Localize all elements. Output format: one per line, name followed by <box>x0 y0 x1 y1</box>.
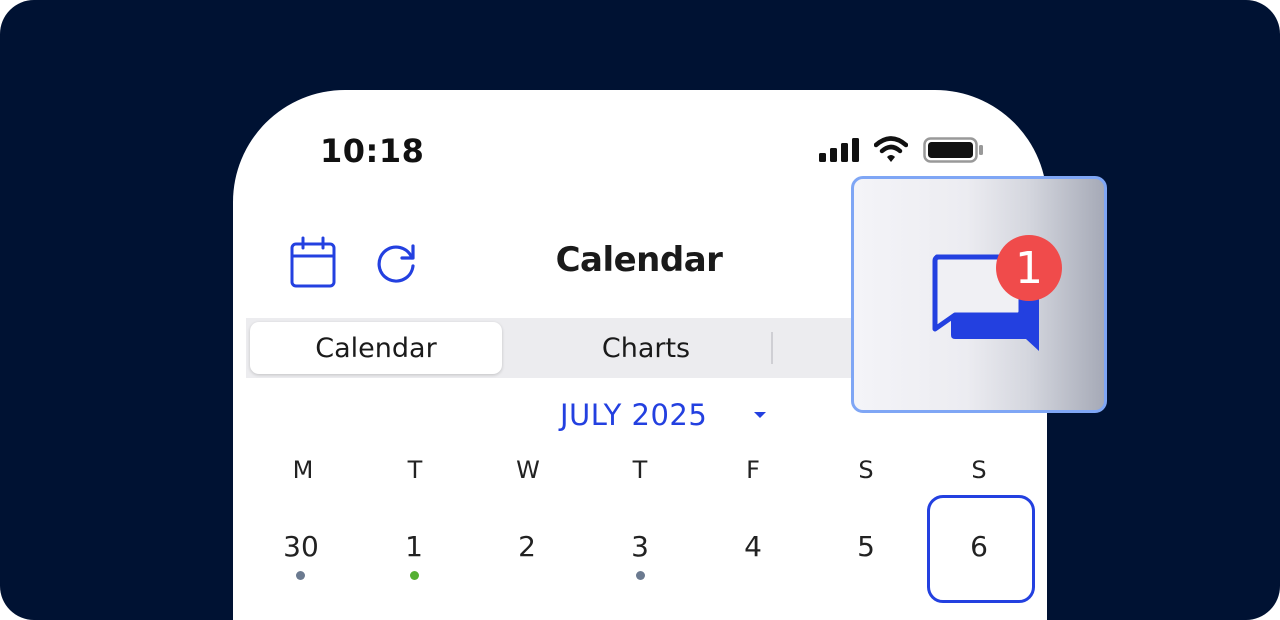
page-title: Calendar <box>555 240 723 280</box>
app-screenshot-frame: 10:18 Calendar Calendar Charts JULY 2025… <box>0 0 1280 620</box>
day-cell[interactable]: 1 <box>384 530 444 563</box>
tab-charts[interactable]: Charts <box>526 322 766 374</box>
weekday-label: M <box>292 456 314 484</box>
calendar-icon[interactable] <box>290 236 336 288</box>
battery-icon <box>923 137 983 163</box>
day-cell[interactable]: 30 <box>271 530 331 563</box>
status-time: 10:18 <box>320 132 425 170</box>
weekday-label: S <box>858 456 874 484</box>
wifi-icon <box>874 136 908 162</box>
refresh-icon[interactable] <box>375 240 419 284</box>
weekday-label: F <box>746 456 760 484</box>
event-marker-dot <box>636 571 645 580</box>
day-cell[interactable]: 4 <box>723 530 783 563</box>
segment-divider <box>771 332 773 364</box>
day-cell[interactable]: 2 <box>497 530 557 563</box>
event-marker-dot <box>410 571 419 580</box>
day-cell-selected[interactable]: 6 <box>949 530 1009 563</box>
tab-calendar[interactable]: Calendar <box>250 322 502 374</box>
caret-down-icon[interactable] <box>752 410 768 420</box>
event-marker-dot <box>296 571 305 580</box>
weekday-label: W <box>516 456 540 484</box>
day-cell[interactable]: 3 <box>610 530 670 563</box>
weekday-label: S <box>971 456 987 484</box>
notification-badge: 1 <box>996 235 1062 301</box>
signal-icon <box>819 138 859 162</box>
weekday-label: T <box>632 456 648 484</box>
month-picker-label[interactable]: JULY 2025 <box>560 398 707 432</box>
chat-notification-card[interactable]: 1 <box>851 176 1107 413</box>
day-cell[interactable]: 5 <box>836 530 896 563</box>
weekday-label: T <box>407 456 423 484</box>
